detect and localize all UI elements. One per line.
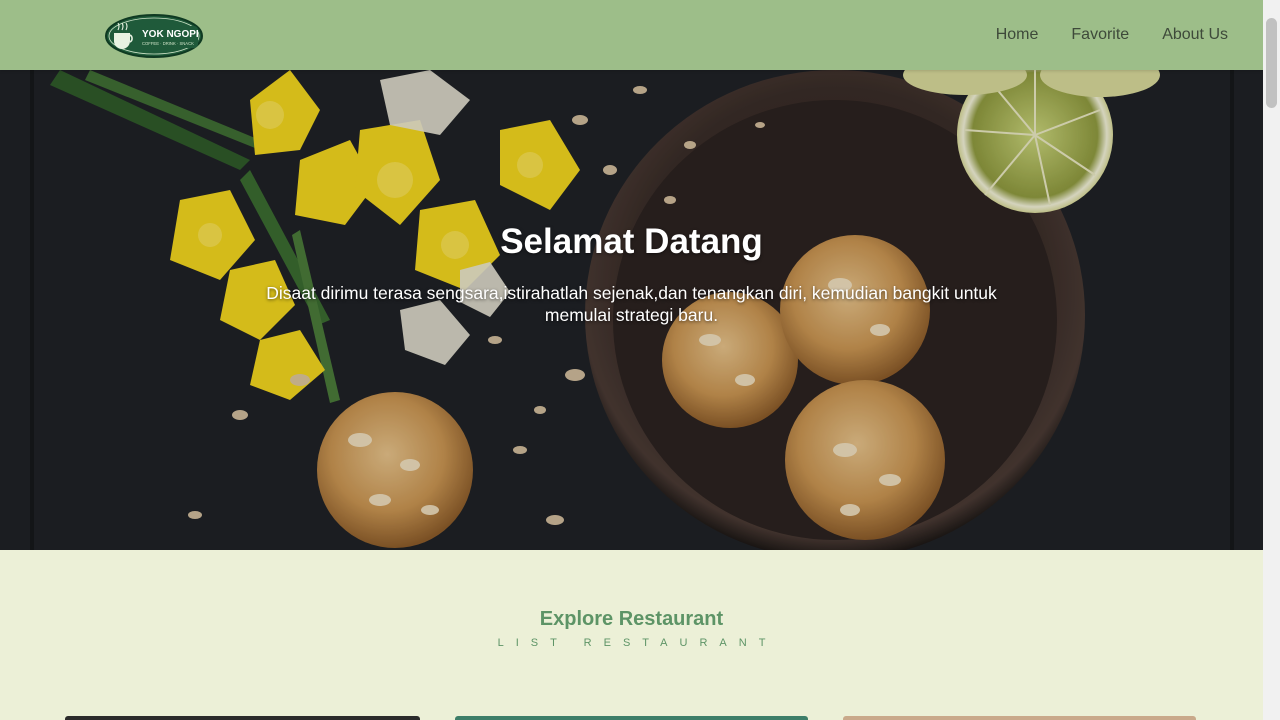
svg-text:YOK NGOPI: YOK NGOPI xyxy=(142,29,199,40)
restaurant-card[interactable] xyxy=(455,716,808,720)
nav-link-favorite[interactable]: Favorite xyxy=(1071,26,1129,44)
explore-subtitle: LIST RESTAURANT xyxy=(497,637,778,649)
logo[interactable]: YOK NGOPI COFFEE · DRINK · SNACK xyxy=(104,13,204,59)
coffee-cup-logo-icon: YOK NGOPI COFFEE · DRINK · SNACK xyxy=(105,14,203,58)
nav-link-about-us[interactable]: About Us xyxy=(1162,26,1228,44)
svg-text:COFFEE · DRINK · SNACK: COFFEE · DRINK · SNACK xyxy=(142,41,194,46)
hero-banner: Selamat Datang Disaat dirimu terasa seng… xyxy=(0,70,1263,550)
restaurant-card[interactable] xyxy=(843,716,1196,720)
page-scrollbar[interactable] xyxy=(1263,0,1280,720)
page: YOK NGOPI COFFEE · DRINK · SNACK Home Fa… xyxy=(0,0,1263,720)
hero-tagline: Disaat dirimu terasa sengsara,istirahatl… xyxy=(266,283,997,325)
hero-title: Selamat Datang xyxy=(500,222,763,261)
app-header: YOK NGOPI COFFEE · DRINK · SNACK Home Fa… xyxy=(0,0,1263,70)
scrollbar-thumb[interactable] xyxy=(1266,18,1277,108)
explore-section: Explore Restaurant LIST RESTAURANT xyxy=(0,550,1263,720)
nav-link-home[interactable]: Home xyxy=(996,26,1039,44)
main-nav: Home Favorite About Us xyxy=(963,0,1228,70)
explore-title: Explore Restaurant xyxy=(539,608,724,630)
restaurant-card[interactable] xyxy=(65,716,420,720)
